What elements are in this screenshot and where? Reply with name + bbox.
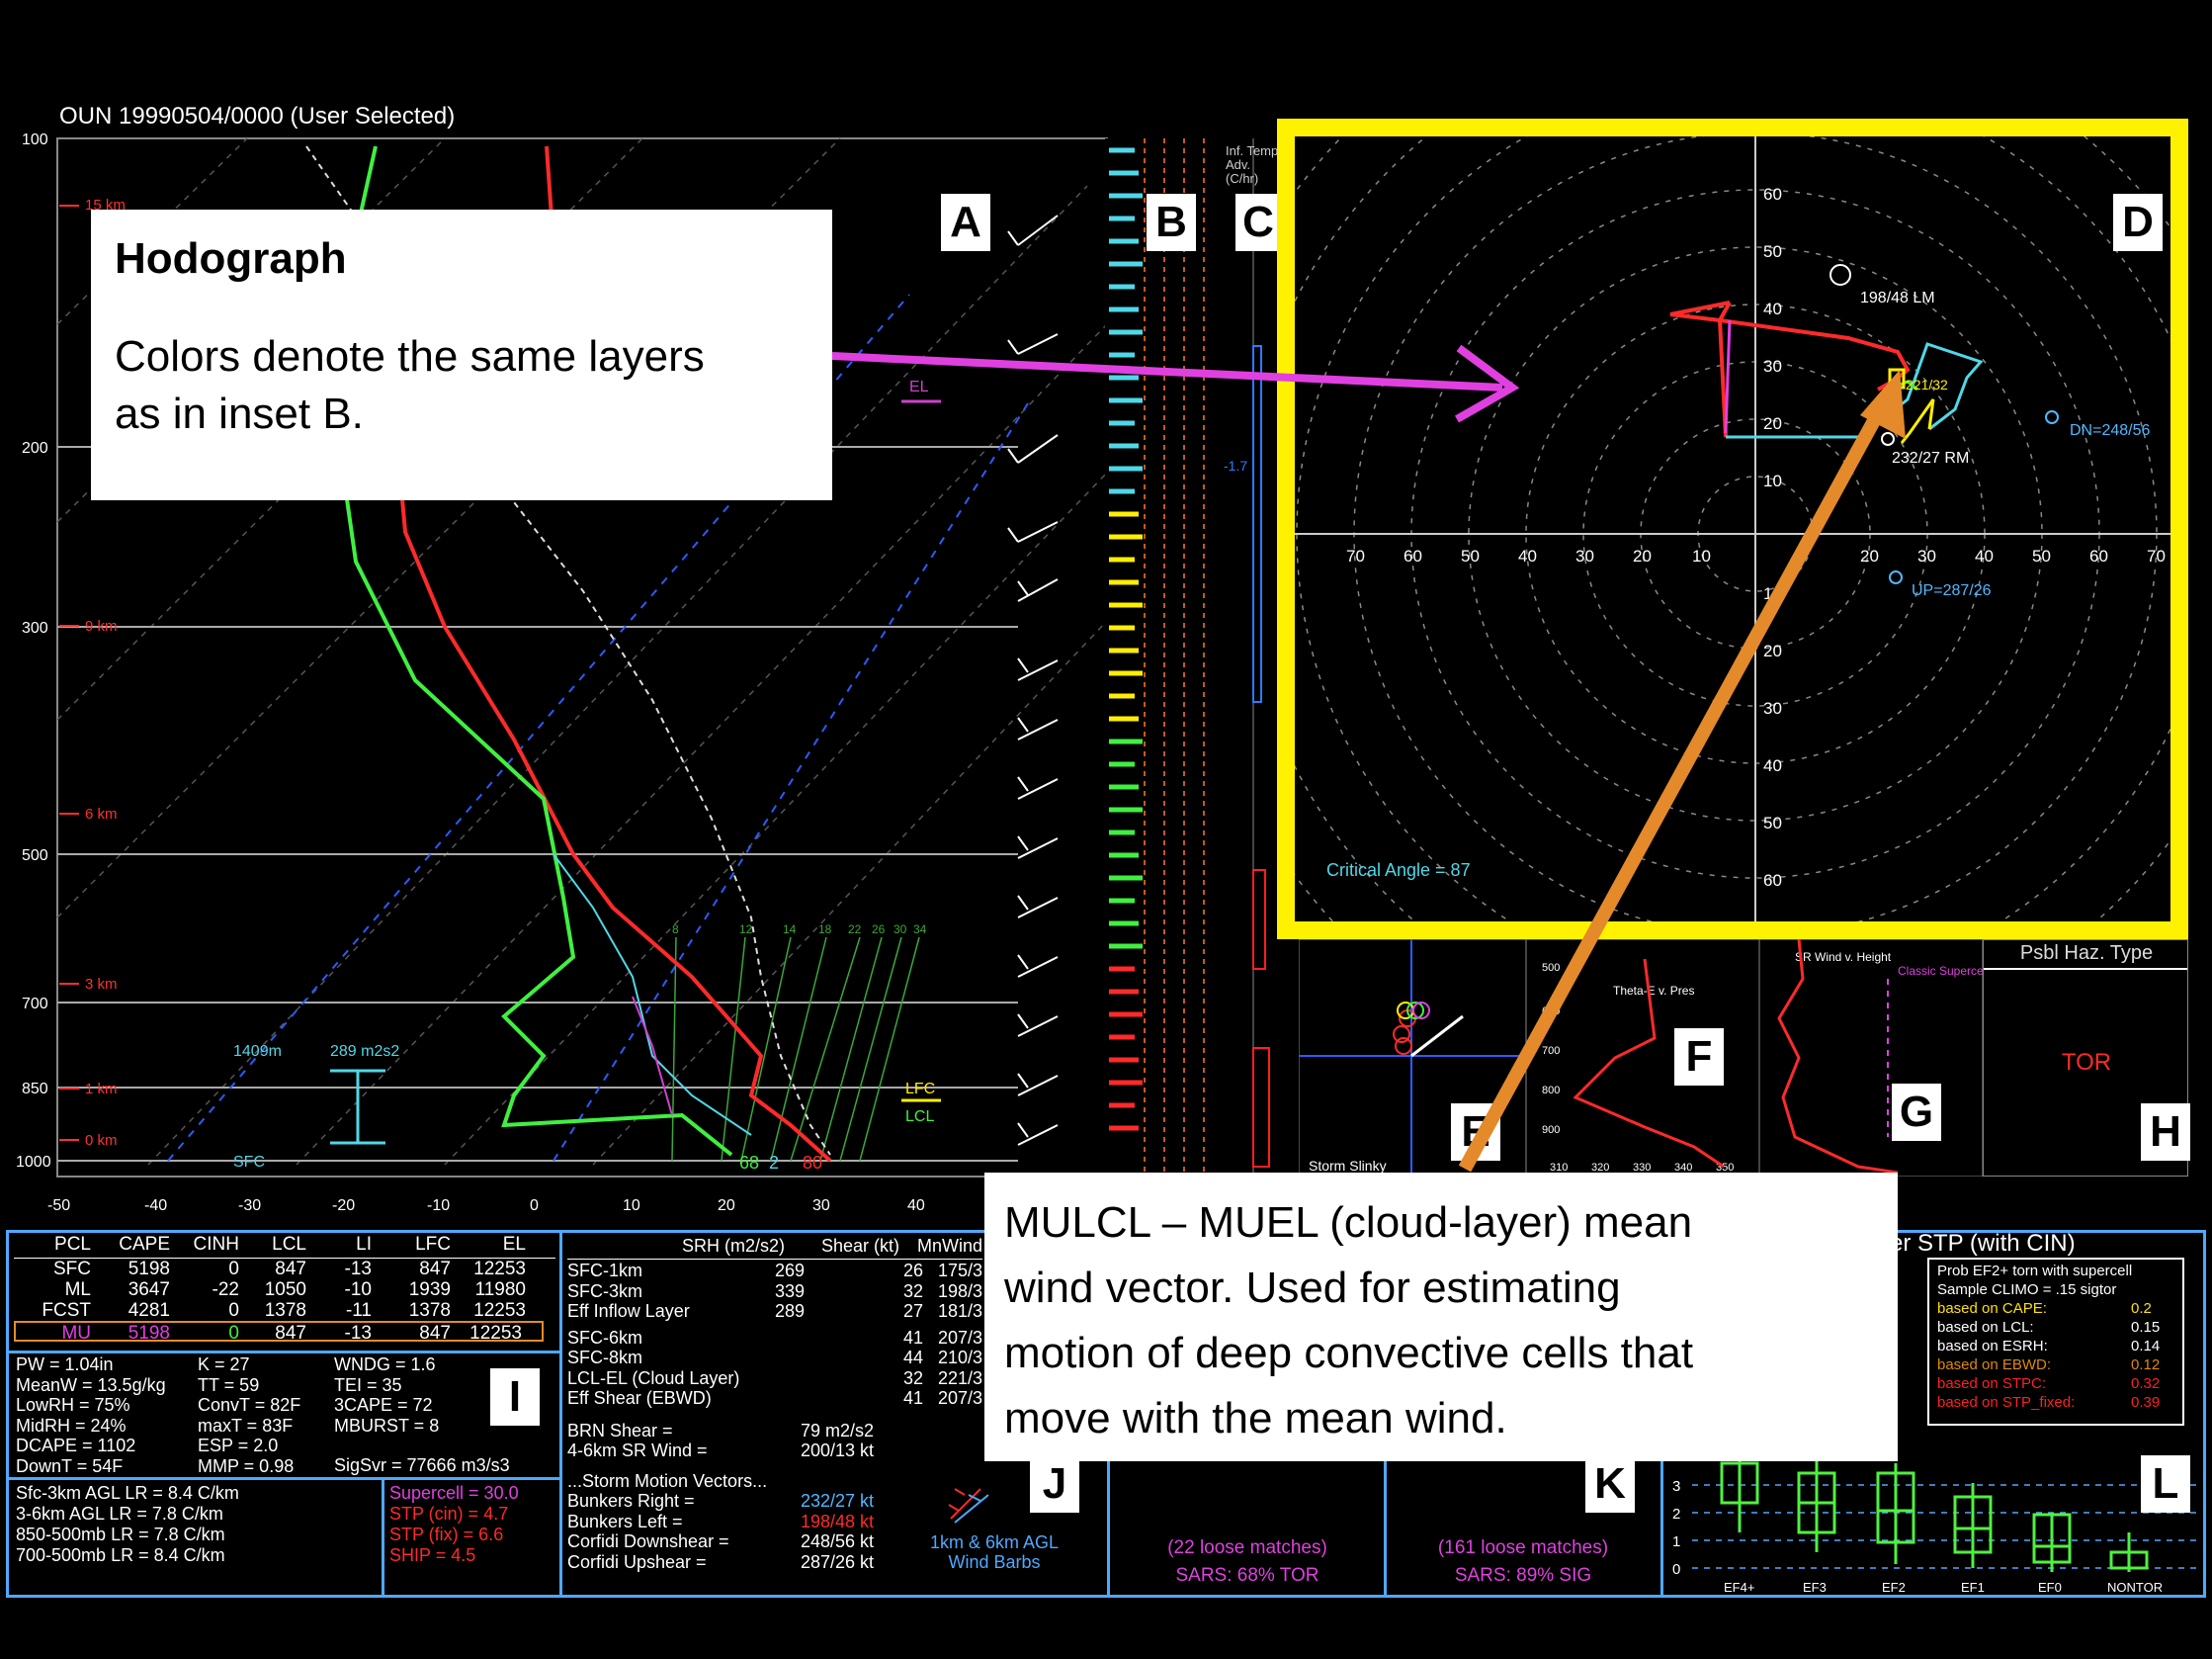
annotation-arrows xyxy=(831,344,1906,1173)
orange-arrow xyxy=(1458,392,1895,1173)
magenta-arrow xyxy=(831,352,1503,392)
